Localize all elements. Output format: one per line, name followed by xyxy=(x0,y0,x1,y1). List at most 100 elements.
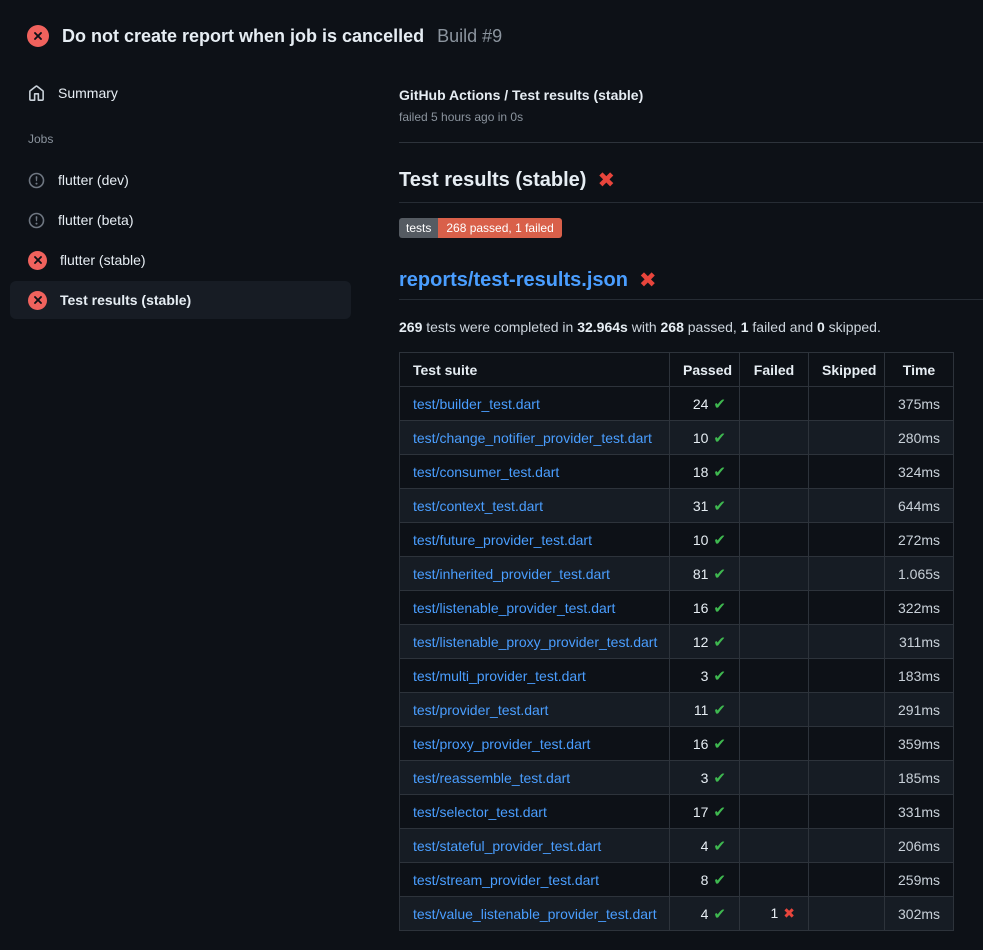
divider xyxy=(399,142,983,143)
table-row: test/provider_test.dart11✔291ms xyxy=(400,693,954,727)
suite-cell: test/proxy_provider_test.dart xyxy=(400,727,670,761)
test-suite-link[interactable]: test/provider_test.dart xyxy=(413,702,548,718)
summary-segment: 32.964s xyxy=(577,319,628,335)
suite-cell: test/multi_provider_test.dart xyxy=(400,659,670,693)
test-suite-link[interactable]: test/future_provider_test.dart xyxy=(413,532,592,548)
sidebar-item-flutter-stable[interactable]: flutter (stable) xyxy=(0,240,399,280)
failed-cross-icon: ✖ xyxy=(597,170,615,191)
table-row: test/multi_provider_test.dart 3✔ 183ms xyxy=(400,659,954,693)
test-suite-link[interactable]: test/stream_provider_test.dart xyxy=(413,872,599,888)
test-suite-link[interactable]: test/proxy_provider_test.dart xyxy=(413,736,590,752)
skipped-cell xyxy=(809,659,885,693)
passed-cell: 17✔ xyxy=(670,795,740,829)
passed-cell: 16✔ xyxy=(670,727,740,761)
test-suite-link[interactable]: test/context_test.dart xyxy=(413,498,543,514)
passed-cell: 18✔ xyxy=(670,455,740,489)
passed-cell: 4✔ xyxy=(670,829,740,863)
job-label: Test results (stable) xyxy=(60,292,191,308)
check-icon: ✔ xyxy=(713,667,726,685)
stale-icon xyxy=(28,172,45,189)
skipped-cell xyxy=(809,863,885,897)
passed-cell: 10✔ xyxy=(670,421,740,455)
table-row: test/builder_test.dart 24✔ 375ms xyxy=(400,387,954,421)
passed-cell: 8✔ xyxy=(670,863,740,897)
suite-cell: test/stream_provider_test.dart xyxy=(400,863,670,897)
sidebar-item-summary[interactable]: Summary xyxy=(28,80,118,106)
time-cell: 359ms xyxy=(885,727,954,761)
suite-cell: test/inherited_provider_test.dart xyxy=(400,557,670,591)
run-status-line: failed 5 hours ago in 0s xyxy=(399,110,983,124)
time-cell: 183ms xyxy=(885,659,954,693)
failed-cell xyxy=(740,727,809,761)
x-circle-icon xyxy=(28,291,47,310)
table-row: test/future_provider_test.dart10✔272ms xyxy=(400,523,954,557)
test-suite-link[interactable]: test/value_listenable_provider_test.dart xyxy=(413,906,657,922)
table-row: test/selector_test.dart17✔331ms xyxy=(400,795,954,829)
check-icon: ✔ xyxy=(713,871,726,889)
table-row: test/inherited_provider_test.dart81✔1.06… xyxy=(400,557,954,591)
skipped-cell xyxy=(809,897,885,931)
passed-cell: 81✔ xyxy=(670,557,740,591)
column-header: Skipped xyxy=(809,353,885,387)
build-number: Build #9 xyxy=(437,26,502,47)
test-results-table: Test suitePassedFailedSkippedTime test/b… xyxy=(399,352,954,931)
check-icon: ✔ xyxy=(713,429,726,447)
passed-cell: 11✔ xyxy=(670,693,740,727)
test-suite-link[interactable]: test/listenable_proxy_provider_test.dart xyxy=(413,634,657,650)
suite-cell: test/change_notifier_provider_test.dart xyxy=(400,421,670,455)
check-icon: ✔ xyxy=(713,463,726,481)
sidebar-item-flutter-beta[interactable]: flutter (beta) xyxy=(0,200,399,240)
main-content: GitHub Actions / Test results (stable) f… xyxy=(399,56,983,931)
skipped-cell xyxy=(809,727,885,761)
badge-value: 268 passed, 1 failed xyxy=(438,218,561,238)
passed-cell: 3✔ xyxy=(670,659,740,693)
failed-cell xyxy=(740,455,809,489)
badge-label: tests xyxy=(399,218,438,238)
test-suite-link[interactable]: test/inherited_provider_test.dart xyxy=(413,566,610,582)
test-suite-link[interactable]: test/stateful_provider_test.dart xyxy=(413,838,601,854)
test-suite-link[interactable]: test/consumer_test.dart xyxy=(413,464,559,480)
time-cell: 375ms xyxy=(885,387,954,421)
check-icon: ✔ xyxy=(713,531,726,549)
table-row: test/change_notifier_provider_test.dart 1… xyxy=(400,421,954,455)
skipped-cell xyxy=(809,455,885,489)
sidebar-item-flutter-dev[interactable]: flutter (dev) xyxy=(0,160,399,200)
test-suite-link[interactable]: test/multi_provider_test.dart xyxy=(413,668,586,684)
skipped-cell xyxy=(809,523,885,557)
test-suite-link[interactable]: test/builder_test.dart xyxy=(413,396,540,412)
section-title-text: Test results (stable) xyxy=(399,169,586,192)
passed-cell: 4✔ xyxy=(670,897,740,931)
test-suite-link[interactable]: test/change_notifier_provider_test.dart xyxy=(413,430,652,446)
suite-cell: test/listenable_proxy_provider_test.dart xyxy=(400,625,670,659)
test-suite-link[interactable]: test/reassemble_test.dart xyxy=(413,770,570,786)
check-icon: ✔ xyxy=(713,599,726,617)
time-cell: 644ms xyxy=(885,489,954,523)
time-cell: 206ms xyxy=(885,829,954,863)
suite-cell: test/context_test.dart xyxy=(400,489,670,523)
x-circle-icon xyxy=(27,25,49,47)
suite-cell: test/listenable_provider_test.dart xyxy=(400,591,670,625)
test-suite-link[interactable]: test/listenable_provider_test.dart xyxy=(413,600,615,616)
column-header: Time xyxy=(885,353,954,387)
summary-segment: 1 xyxy=(741,319,749,335)
skipped-cell xyxy=(809,387,885,421)
passed-cell: 12✔ xyxy=(670,625,740,659)
cross-icon: ✖ xyxy=(783,906,795,922)
time-cell: 185ms xyxy=(885,761,954,795)
failed-cell xyxy=(740,591,809,625)
passed-cell: 24✔ xyxy=(670,387,740,421)
table-row: test/listenable_proxy_provider_test.dart… xyxy=(400,625,954,659)
failed-cell xyxy=(740,557,809,591)
breadcrumb: GitHub Actions / Test results (stable) xyxy=(399,87,983,103)
failed-cell: 1✖ xyxy=(740,897,809,931)
sidebar-item-test-results-stable[interactable]: Test results (stable) xyxy=(10,281,351,319)
summary-segment: with xyxy=(628,319,661,335)
report-file-link[interactable]: reports/test-results.json xyxy=(399,269,628,292)
skipped-cell xyxy=(809,489,885,523)
table-row: test/context_test.dart31✔644ms xyxy=(400,489,954,523)
failed-cell xyxy=(740,693,809,727)
tests-badge: tests 268 passed, 1 failed xyxy=(399,218,562,238)
skipped-cell xyxy=(809,421,885,455)
table-row: test/stateful_provider_test.dart 4✔ 206ms xyxy=(400,829,954,863)
test-suite-link[interactable]: test/selector_test.dart xyxy=(413,804,547,820)
